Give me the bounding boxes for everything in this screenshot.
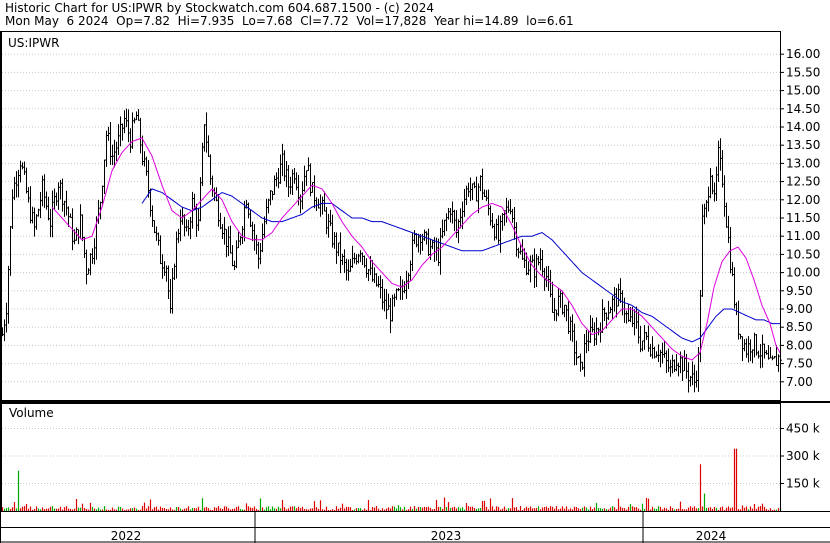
price-tick-label: 15.00 — [786, 84, 820, 98]
price-tick-label: 14.50 — [786, 102, 820, 116]
price-tick-label: 7.50 — [786, 357, 813, 371]
volume-tick-label: 300 k — [786, 449, 820, 463]
grid-lines — [2, 53, 780, 484]
volume-tick-label: 450 k — [786, 422, 820, 436]
price-bars — [2, 108, 782, 393]
price-tick-label: 12.00 — [786, 193, 820, 207]
price-tick-label: 8.00 — [786, 338, 813, 352]
price-tick-label: 13.00 — [786, 156, 820, 170]
price-tick-label: 14.00 — [786, 120, 820, 134]
price-tick-label: 8.50 — [786, 320, 813, 334]
price-tick-label: 11.00 — [786, 229, 820, 243]
price-tick-label: 11.50 — [786, 211, 820, 225]
chart-frames — [0, 31, 830, 543]
volume-label: Volume — [9, 406, 54, 420]
year-label: 2022 — [111, 529, 142, 543]
price-tick-label: 10.50 — [786, 247, 820, 261]
price-tick-label: 7.00 — [786, 375, 813, 389]
volume-axis: 450 k 300 k 150 k — [780, 422, 820, 491]
symbol-label: US:IPWR — [8, 36, 59, 50]
volume-tick-label: 150 k — [786, 477, 820, 491]
price-tick-label: 16.00 — [786, 47, 820, 61]
price-tick-label: 9.50 — [786, 284, 813, 298]
year-label: 2024 — [696, 529, 727, 543]
volume-bars — [1, 448, 782, 511]
price-tick-label: 12.50 — [786, 175, 820, 189]
ma-short-line — [51, 137, 781, 361]
year-label: 2023 — [431, 529, 462, 543]
volume-panel-frame — [1, 403, 781, 512]
price-tick-label: 15.50 — [786, 65, 820, 79]
price-tick-label: 9.00 — [786, 302, 813, 316]
stock-chart: 16.00 15.50 15.00 14.50 14.00 13.50 13.00 12.50… — [0, 31, 830, 543]
price-tick-label: 13.50 — [786, 138, 820, 152]
price-axis: 16.00 15.50 15.00 14.50 14.00 13.50 13.00 12.50… — [780, 47, 820, 389]
price-tick-label: 10.00 — [786, 266, 820, 280]
price-panel-frame — [1, 31, 781, 401]
